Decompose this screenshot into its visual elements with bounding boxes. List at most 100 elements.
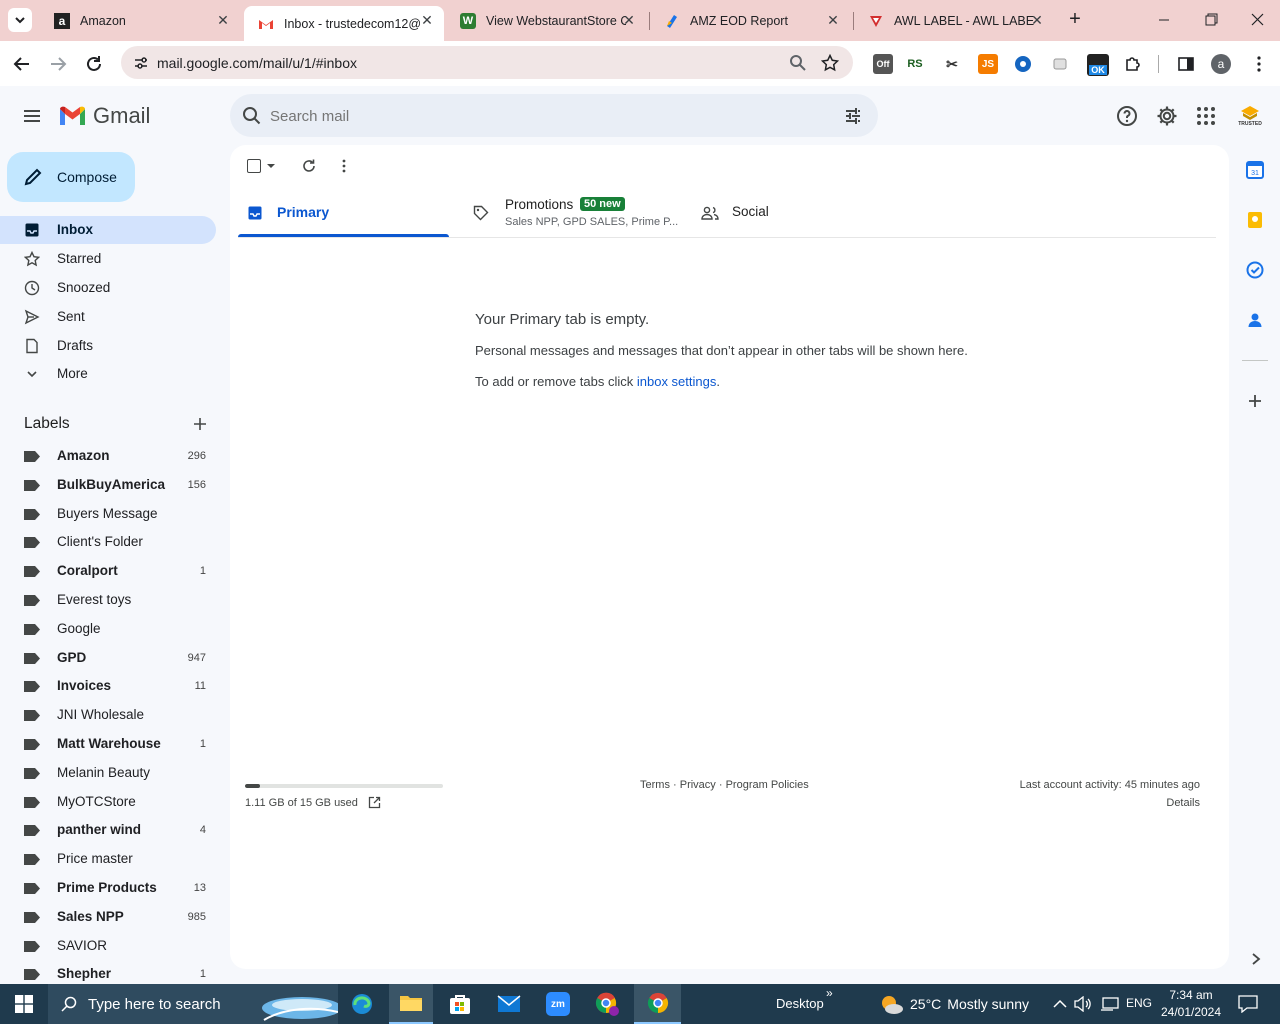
create-label-button[interactable] <box>192 416 208 432</box>
settings-button[interactable] <box>1155 104 1179 128</box>
label-item[interactable]: MyOTCStore <box>0 788 216 816</box>
close-icon[interactable]: ✕ <box>420 13 434 27</box>
contacts-app-button[interactable] <box>1246 311 1264 329</box>
store-taskbar-icon[interactable] <box>438 984 482 1024</box>
close-window-button[interactable] <box>1245 10 1269 30</box>
label-item[interactable]: Sales NPP 985 <box>0 903 216 931</box>
get-addons-button[interactable] <box>1247 393 1263 409</box>
label-item[interactable]: Buyers Message <box>0 500 216 528</box>
rs-extension-icon[interactable]: RS <box>905 54 925 74</box>
label-item[interactable]: Invoices 11 <box>0 672 216 700</box>
program-policies-link[interactable]: Program Policies <box>726 779 809 791</box>
show-hidden-icons-button[interactable] <box>1052 997 1068 1011</box>
label-item[interactable]: Price master <box>0 845 216 873</box>
back-button[interactable] <box>11 53 33 75</box>
chrome-profile-taskbar-icon[interactable] <box>585 984 629 1024</box>
volume-button[interactable] <box>1074 996 1092 1012</box>
close-icon[interactable]: ✕ <box>826 13 840 27</box>
new-tab-button[interactable]: + <box>1064 9 1086 31</box>
zoom-icon[interactable] <box>789 54 807 72</box>
extensions-puzzle-icon[interactable] <box>1123 54 1143 74</box>
inbox-settings-link[interactable]: inbox settings <box>637 374 717 389</box>
browser-tab-amz-eod[interactable]: AMZ EOD Report ✕ <box>650 0 850 41</box>
blue-extension-icon[interactable] <box>1013 54 1033 74</box>
refresh-icon[interactable] <box>301 158 317 174</box>
close-icon[interactable]: ✕ <box>622 13 636 27</box>
sidebar-item-starred[interactable]: Starred <box>0 245 216 273</box>
ghost-extension-icon[interactable] <box>1050 54 1070 74</box>
select-dropdown-icon[interactable] <box>267 162 275 170</box>
storage-usage[interactable]: 1.11 GB of 15 GB used <box>245 796 381 809</box>
site-settings-icon[interactable] <box>133 55 149 71</box>
mail-taskbar-icon[interactable] <box>487 984 531 1024</box>
file-explorer-taskbar-icon[interactable] <box>389 984 433 1024</box>
calendar-app-button[interactable]: 31 <box>1246 161 1264 179</box>
label-item[interactable]: panther wind 4 <box>0 816 216 844</box>
browser-tab-awl-label[interactable]: AWL LABEL - AWL LABEL ✕ <box>854 0 1054 41</box>
minimize-button[interactable] <box>1152 10 1176 30</box>
tab-social[interactable]: Social <box>696 191 896 238</box>
start-button[interactable] <box>2 984 46 1024</box>
browser-tab-gmail[interactable]: Inbox - trustedecom12@ ✕ <box>244 6 444 41</box>
browser-tab-webstaurant[interactable]: W View WebstaurantStore O ✕ <box>446 0 646 41</box>
expand-side-panel-button[interactable] <box>1250 952 1262 966</box>
keep-app-button[interactable] <box>1246 211 1264 229</box>
bookmark-star-icon[interactable] <box>821 54 839 72</box>
search-icon[interactable] <box>242 106 262 126</box>
js-extension-icon[interactable]: JS <box>978 54 998 74</box>
label-item[interactable]: Client's Folder <box>0 528 216 556</box>
sidebar-item-more[interactable]: More <box>0 360 216 388</box>
clock[interactable]: 7:34 am 24/01/2024 <box>1160 987 1222 1021</box>
zoom-taskbar-icon[interactable]: zm <box>536 984 580 1024</box>
label-item[interactable]: SAVIOR <box>0 932 216 960</box>
compose-button[interactable]: Compose <box>7 152 135 202</box>
account-avatar[interactable]: TRUSTED <box>1234 100 1266 132</box>
tab-search-button[interactable] <box>8 8 32 32</box>
select-checkbox[interactable] <box>247 159 261 173</box>
toolbar-expand-icon[interactable]: » <box>826 986 833 1000</box>
label-item[interactable]: Amazon 296 <box>0 442 216 470</box>
label-item[interactable]: GPD 947 <box>0 644 216 672</box>
edge-taskbar-icon[interactable] <box>340 984 384 1024</box>
sidebar-item-snoozed[interactable]: Snoozed <box>0 274 216 302</box>
off-extension-icon[interactable]: Off <box>873 54 893 74</box>
taskbar-search-box[interactable]: Type here to search <box>48 984 338 1024</box>
profile-avatar[interactable]: a <box>1211 54 1231 74</box>
desktop-toolbar-label[interactable]: Desktop <box>776 996 824 1011</box>
forward-button[interactable] <box>47 53 69 75</box>
privacy-link[interactable]: Privacy <box>680 779 716 791</box>
label-item[interactable]: Everest toys <box>0 586 216 614</box>
sidebar-item-drafts[interactable]: Drafts <box>0 332 216 360</box>
reload-button[interactable] <box>83 53 105 75</box>
notifications-button[interactable] <box>1238 995 1258 1013</box>
weather-widget[interactable]: 25°C Mostly sunny <box>878 984 1029 1024</box>
search-bar[interactable] <box>230 94 878 137</box>
network-button[interactable] <box>1100 996 1120 1012</box>
label-item[interactable]: Coralport 1 <box>0 557 216 585</box>
tab-promotions[interactable]: Promotions 50 new Sales NPP, GPD SALES, … <box>466 191 678 238</box>
scissors-extension-icon[interactable]: ✂ <box>942 54 962 74</box>
close-icon[interactable]: ✕ <box>1030 13 1044 27</box>
label-item[interactable]: Google <box>0 615 216 643</box>
label-item[interactable]: Melanin Beauty <box>0 759 216 787</box>
search-options-icon[interactable] <box>843 106 863 126</box>
search-input[interactable] <box>270 105 830 127</box>
side-panel-icon[interactable] <box>1176 54 1196 74</box>
close-icon[interactable]: ✕ <box>216 13 230 27</box>
browser-tab-amazon[interactable]: a Amazon ✕ <box>40 0 240 41</box>
ok-extension-icon[interactable]: OK <box>1087 54 1109 76</box>
label-item[interactable]: BulkBuyAmerica 156 <box>0 471 216 499</box>
sidebar-item-inbox[interactable]: Inbox <box>0 216 216 244</box>
chrome-taskbar-icon[interactable] <box>634 984 681 1024</box>
tab-primary[interactable]: Primary <box>238 191 449 238</box>
restore-button[interactable] <box>1199 10 1223 30</box>
address-bar[interactable]: mail.google.com/mail/u/1/#inbox <box>121 46 853 79</box>
tasks-app-button[interactable] <box>1246 261 1264 279</box>
more-options-icon[interactable] <box>341 158 347 174</box>
activity-details-link[interactable]: Details <box>1166 797 1200 809</box>
label-item[interactable]: JNI Wholesale <box>0 701 216 729</box>
label-item[interactable]: Matt Warehouse 1 <box>0 730 216 758</box>
label-item[interactable]: Prime Products 13 <box>0 874 216 902</box>
terms-link[interactable]: Terms <box>640 779 670 791</box>
sidebar-item-sent[interactable]: Sent <box>0 303 216 331</box>
